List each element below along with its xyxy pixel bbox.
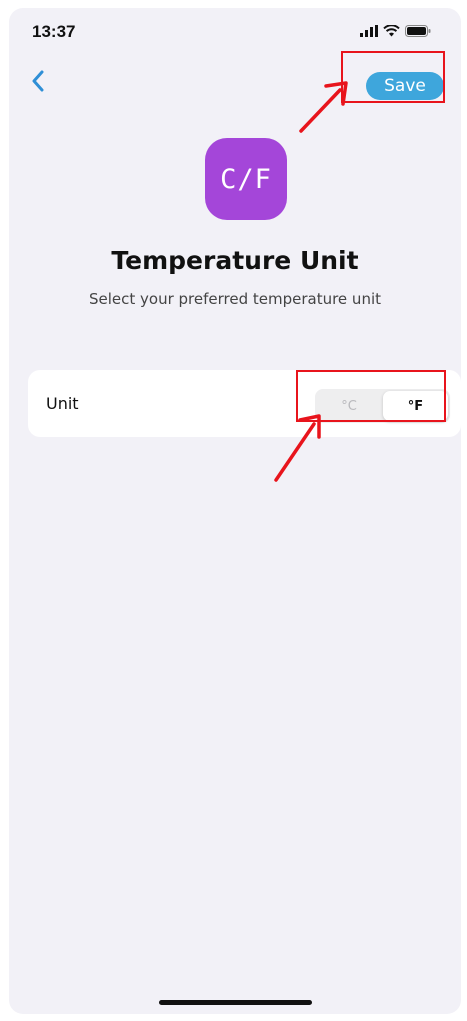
- temperature-unit-app-icon: C/F: [205, 138, 287, 220]
- chevron-left-icon: [31, 70, 45, 97]
- status-bar: 13:37: [9, 8, 461, 52]
- status-icons: [360, 24, 431, 42]
- back-button[interactable]: [23, 68, 53, 98]
- arrow-to-save-icon: [299, 81, 348, 133]
- battery-icon: [405, 24, 431, 42]
- phone-screen: 13:37 Save C/F Temperature Unit Select y…: [9, 8, 461, 1014]
- page-title: Temperature Unit: [111, 246, 359, 275]
- wifi-icon: [383, 24, 400, 42]
- status-time: 13:37: [32, 22, 76, 41]
- page-subtitle: Select your preferred temperature unit: [88, 290, 381, 308]
- cellular-signal-icon: [360, 24, 378, 42]
- save-highlight-box: [341, 51, 445, 103]
- unit-row-label: Unit: [46, 394, 79, 413]
- home-indicator: [159, 1000, 312, 1005]
- arrow-to-unit-icon: [274, 414, 321, 482]
